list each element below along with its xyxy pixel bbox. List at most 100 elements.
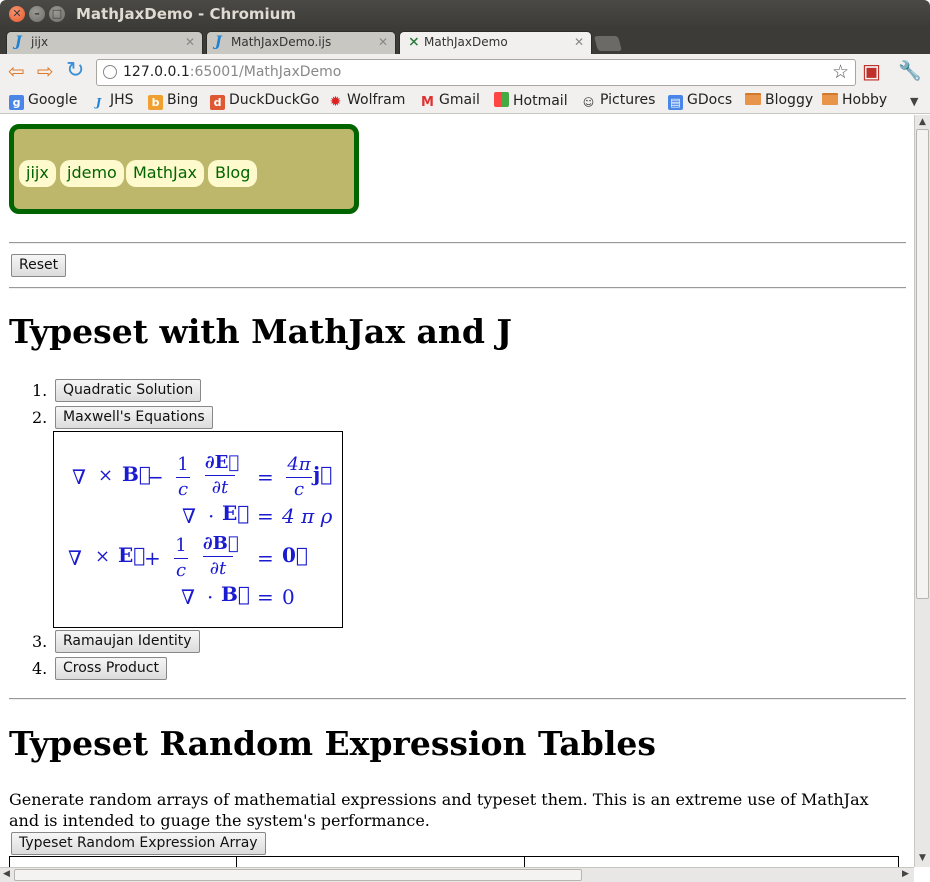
divider bbox=[9, 698, 906, 700]
math-equals: = bbox=[257, 546, 274, 570]
list-number: 1. bbox=[32, 381, 48, 400]
bookmark-pictures[interactable]: ☺ Pictures bbox=[581, 92, 656, 110]
back-arrow-icon[interactable]: ⇦ bbox=[8, 61, 25, 81]
bookmark-hotmail[interactable]: Hotmail bbox=[494, 92, 568, 109]
maximize-window-icon[interactable]: □ bbox=[49, 6, 65, 22]
bookmarks-overflow-chevron-icon[interactable]: ▼ bbox=[910, 95, 918, 108]
ramaujan-identity-button[interactable]: Ramaujan Identity bbox=[55, 630, 200, 653]
tab-strip: J jijx ✕ J MathJaxDemo.ijs ✕ ⨯ MathJaxDe… bbox=[0, 28, 930, 55]
bookmark-wolfram[interactable]: ✹ Wolfram bbox=[328, 92, 406, 110]
math-frac-dE-dt: ∂E⃗ ∂t bbox=[205, 452, 240, 498]
tab-jijx[interactable]: J jijx ✕ bbox=[6, 31, 203, 54]
bookmark-duckduckgo[interactable]: d DuckDuckGo bbox=[210, 92, 319, 110]
close-window-icon[interactable]: ✕ bbox=[9, 6, 25, 22]
divider bbox=[9, 242, 906, 244]
math-frac-4pi-over-c: 4π c bbox=[286, 454, 312, 500]
bing-icon: b bbox=[148, 95, 163, 110]
math-minus: − bbox=[147, 465, 164, 489]
reload-icon[interactable]: ↻ bbox=[66, 60, 84, 82]
folder-icon bbox=[822, 93, 838, 105]
bookmarks-bar: g Google J JHS b Bing d DuckDuckGo ✹ Wolfram … bbox=[0, 90, 930, 114]
address-bar[interactable]: 127.0.0.1:65001/MathJaxDemo ☆ bbox=[96, 59, 856, 86]
j-icon: J bbox=[95, 96, 102, 109]
nav-link-jdemo[interactable]: jdemo bbox=[60, 160, 124, 187]
nav-link-blog[interactable]: Blog bbox=[208, 160, 258, 187]
section-heading-random-tables: Typeset Random Expression Tables bbox=[9, 724, 656, 763]
reset-button[interactable]: Reset bbox=[11, 254, 67, 277]
new-tab-button[interactable] bbox=[593, 36, 623, 51]
tab-mathjaxdemo-ijs[interactable]: J MathJaxDemo.ijs ✕ bbox=[206, 31, 396, 54]
scroll-down-arrow-icon[interactable]: ▼ bbox=[919, 853, 926, 863]
bookmark-google[interactable]: g Google bbox=[9, 92, 77, 110]
math-zero: 0 bbox=[282, 585, 295, 609]
math-frac-one-over-c: 1c bbox=[174, 535, 188, 581]
gdocs-icon: ▤ bbox=[668, 95, 683, 110]
bookmark-bloggy[interactable]: Bloggy bbox=[745, 92, 813, 108]
folder-icon bbox=[745, 93, 761, 105]
vertical-scrollbar[interactable]: ▲ ▼ bbox=[914, 115, 930, 867]
tab-mathjaxdemo[interactable]: ⨯ MathJaxDemo ✕ bbox=[399, 31, 592, 55]
divider bbox=[9, 287, 906, 289]
tab-close-icon[interactable]: ✕ bbox=[185, 35, 195, 49]
table-cell-divider bbox=[524, 857, 525, 867]
window-title: MathJaxDemo - Chromium bbox=[76, 5, 296, 23]
url-text: 127.0.0.1:65001/MathJaxDemo bbox=[123, 64, 342, 80]
list-number: 3. bbox=[32, 632, 48, 651]
save-page-icon[interactable]: ▣ bbox=[862, 61, 881, 81]
hotmail-icon bbox=[494, 92, 509, 107]
math-nabla: ∇ bbox=[68, 546, 82, 570]
nav-link-mathjax[interactable]: MathJax bbox=[126, 160, 205, 187]
tab-close-icon[interactable]: ✕ bbox=[574, 35, 584, 49]
math-equals: = bbox=[257, 465, 274, 489]
vertical-scroll-thumb[interactable] bbox=[916, 129, 929, 599]
math-equals: = bbox=[257, 585, 274, 609]
bookmark-gdocs[interactable]: ▤ GDocs bbox=[668, 92, 732, 110]
page-info-icon[interactable] bbox=[103, 65, 117, 79]
list-number: 2. bbox=[32, 408, 48, 427]
minimize-window-icon[interactable]: – bbox=[29, 6, 45, 22]
bookmark-gmail[interactable]: M Gmail bbox=[420, 92, 480, 110]
math-nabla: ∇ bbox=[72, 465, 86, 489]
page-content: jijx jdemo MathJax Blog Reset Typeset wi… bbox=[0, 115, 914, 867]
math-j: j⃗ bbox=[313, 462, 333, 486]
math-cross: × bbox=[98, 465, 114, 486]
scroll-right-arrow-icon[interactable]: ▶ bbox=[902, 869, 909, 879]
quadratic-solution-button[interactable]: Quadratic Solution bbox=[55, 379, 202, 402]
scroll-up-arrow-icon[interactable]: ▲ bbox=[919, 117, 926, 127]
math-E: E⃗ bbox=[222, 501, 250, 525]
math-dot: · bbox=[207, 585, 214, 609]
forward-arrow-icon[interactable]: ⇨ bbox=[37, 61, 54, 81]
bookmark-jhs[interactable]: J JHS bbox=[91, 92, 134, 110]
wolfram-icon: ✹ bbox=[329, 94, 342, 110]
section-description: Generate random arrays of mathematial ex… bbox=[9, 790, 869, 830]
browser-window: ✕ – □ MathJaxDemo - Chromium J jijx ✕ J … bbox=[0, 0, 930, 882]
j-icon: J bbox=[215, 34, 222, 50]
toolbar: ⇦ ⇨ ↻ 127.0.0.1:65001/MathJaxDemo ☆ ▣ 🔧 bbox=[0, 54, 930, 90]
horizontal-scrollbar[interactable]: ◀ ▶ bbox=[0, 867, 914, 882]
math-cross: × bbox=[95, 546, 111, 567]
math-frac-one-over-c: 1c bbox=[176, 454, 190, 500]
bookmark-bing[interactable]: b Bing bbox=[148, 92, 198, 110]
horizontal-scroll-thumb[interactable] bbox=[14, 869, 582, 881]
title-bar: ✕ – □ MathJaxDemo - Chromium bbox=[0, 0, 930, 28]
math-rhs-gauss: 4 π ρ bbox=[282, 504, 333, 528]
cross-product-button[interactable]: Cross Product bbox=[55, 657, 167, 680]
duckduckgo-icon: d bbox=[210, 95, 225, 110]
bookmark-star-icon[interactable]: ☆ bbox=[832, 61, 849, 83]
section-heading-mathjax: Typeset with MathJax and J bbox=[9, 312, 513, 351]
math-frac-dB-dt: ∂B⃗ ∂t bbox=[203, 533, 239, 579]
tab-label: MathJaxDemo.ijs bbox=[231, 35, 332, 49]
math-nabla: ∇ bbox=[182, 504, 196, 528]
nav-link-jijx[interactable]: jijx bbox=[19, 160, 56, 187]
typeset-random-array-button[interactable]: Typeset Random Expression Array bbox=[11, 832, 266, 855]
gmail-icon: M bbox=[421, 95, 434, 110]
bookmark-hobby[interactable]: Hobby bbox=[822, 92, 887, 108]
wrench-menu-icon[interactable]: 🔧 bbox=[898, 61, 922, 81]
tab-label: MathJaxDemo bbox=[424, 35, 508, 49]
math-B: B⃗ bbox=[221, 582, 250, 606]
math-E: E⃗ bbox=[118, 543, 146, 567]
maxwells-equations-button[interactable]: Maxwell's Equations bbox=[55, 406, 213, 429]
nav-box: jijx jdemo MathJax Blog bbox=[9, 124, 359, 214]
scroll-left-arrow-icon[interactable]: ◀ bbox=[3, 869, 10, 879]
tab-close-icon[interactable]: ✕ bbox=[378, 35, 388, 49]
